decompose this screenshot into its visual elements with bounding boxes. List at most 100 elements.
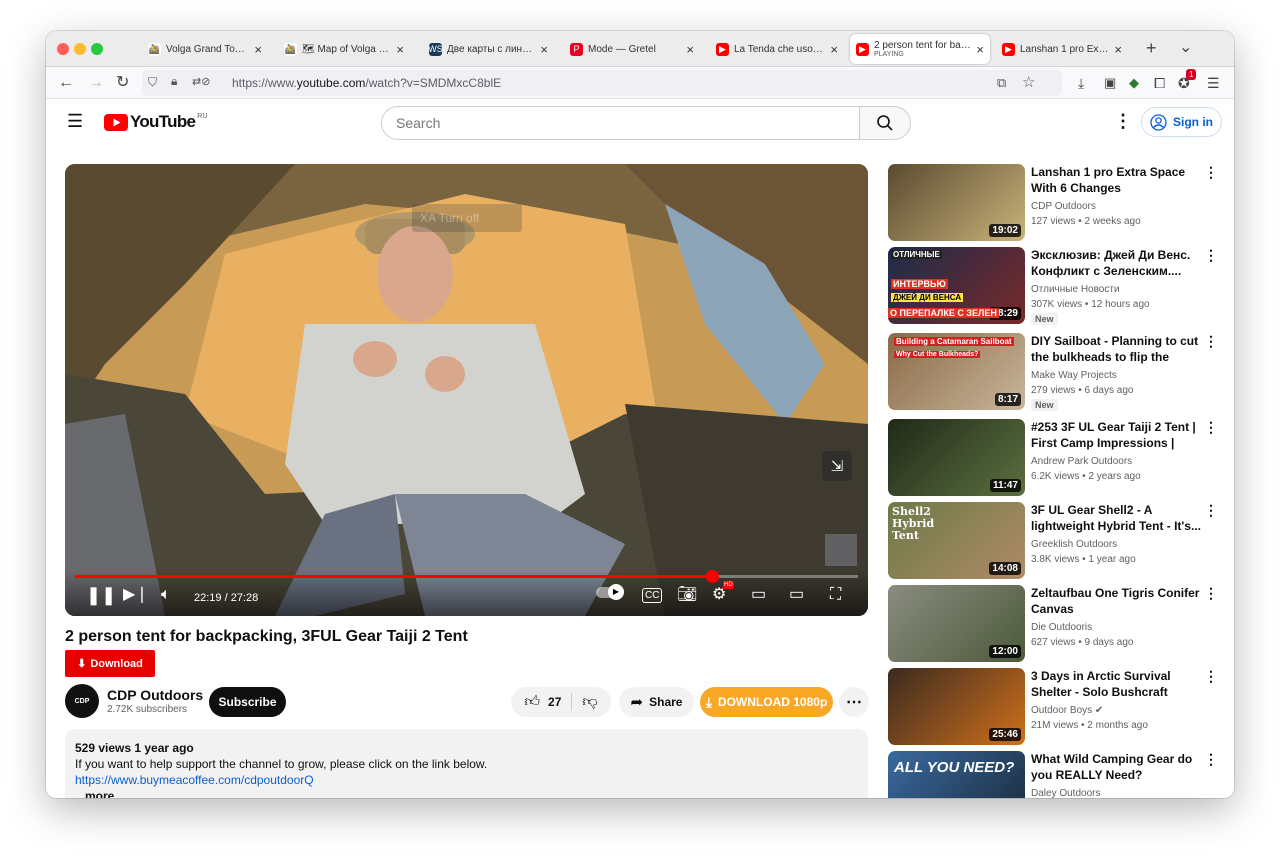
recommended-title[interactable]: #253 3F UL Gear Taiji 2 Tent | First Cam… [1031, 419, 1201, 451]
browser-tab[interactable]: ▶ 2 person tent for backp PLAYING × [850, 34, 990, 64]
browser-tab[interactable]: WS Две карты с линиями × [423, 35, 554, 63]
reader-icon[interactable]: ▣ [1104, 74, 1116, 92]
video-thumbnail[interactable]: 8:17 Building a Catamaran Sailboat Why Cut… [888, 333, 1025, 410]
miniplayer-icon[interactable]: ▭ [751, 585, 766, 605]
next-icon[interactable]: ▶❘ [123, 585, 149, 605]
bookmark-star-icon[interactable]: ☆ [1022, 73, 1035, 91]
more-options-icon[interactable]: ⋮ [1204, 585, 1218, 602]
recommended-channel[interactable]: Отличные Новости [1031, 284, 1120, 295]
reload-icon[interactable]: ↻ [116, 74, 129, 92]
tab-close-icon[interactable]: × [830, 42, 838, 57]
browser-tab[interactable]: 🚵 🗺 Map of Volga Grand × [278, 35, 410, 63]
more-options-icon[interactable]: ⋮ [1204, 247, 1218, 264]
recommended-title[interactable]: Zeltaufbau One Tigris Conifer Canvas [1031, 585, 1201, 617]
more-options-icon[interactable]: ⋮ [1204, 502, 1218, 519]
video-thumbnail[interactable]: 14:08 Shell2 Hybrid Tent [888, 502, 1025, 579]
channel-name[interactable]: CDP Outdoors [107, 687, 203, 703]
hamburger-menu-icon[interactable]: ☰ [67, 111, 83, 132]
downloads-icon[interactable]: ⤓ [1078, 74, 1084, 92]
zoom-window-button[interactable] [91, 43, 103, 55]
tab-close-icon[interactable]: × [686, 42, 694, 57]
recommended-video[interactable]: 25:46 3 Days in Arctic Survival Shelter -… [888, 668, 1218, 746]
theater-mode-icon[interactable]: ▭ [789, 585, 804, 605]
settings-dots-icon[interactable]: ⋮ [1114, 111, 1132, 132]
pause-icon[interactable]: ❚❚ [86, 585, 116, 605]
recommended-title[interactable]: What Wild Camping Gear do you REALLY Nee… [1031, 751, 1201, 783]
autoplay-toggle[interactable]: ▶ [596, 584, 624, 605]
recommended-channel[interactable]: Daley Outdoors [1031, 788, 1100, 798]
recommended-channel[interactable]: Die Outdooris [1031, 622, 1092, 633]
tab-close-icon[interactable]: × [1114, 42, 1122, 57]
recommended-title[interactable]: 3 Days in Arctic Survival Shelter - Solo… [1031, 668, 1201, 700]
browser-tab[interactable]: 🚵 Volga Grand Tour | ∰ vo × [142, 35, 268, 63]
dislike-button[interactable]: 👎︎ [578, 693, 597, 711]
video-thumbnail[interactable]: 12:00 [888, 585, 1025, 662]
download-button[interactable]: ⬇ Download [65, 650, 155, 677]
recommended-channel[interactable]: Outdoor Boys ✔ [1031, 705, 1103, 716]
settings-gear-icon[interactable]: ⚙ HD [712, 581, 734, 605]
address-bar[interactable]: ⛉ 🔒︎ ⇄⊘ https://www.youtube.com/watch?v=… [142, 70, 1062, 96]
tab-close-icon[interactable]: × [540, 42, 548, 57]
tab-close-icon[interactable]: × [254, 42, 262, 57]
recommended-video[interactable]: 14:08 Shell2 Hybrid Tent 3F UL Gear Shell2… [888, 502, 1218, 580]
recommended-title[interactable]: 3F UL Gear Shell2 - A lightweight Hybrid… [1031, 502, 1201, 534]
recommended-channel[interactable]: Make Way Projects [1031, 370, 1117, 381]
url-text[interactable]: https://www.youtube.com/watch?v=SMDMxcC8… [232, 76, 501, 90]
close-window-button[interactable] [57, 43, 69, 55]
channel-avatar[interactable]: CDP [65, 684, 99, 718]
description-box[interactable]: 529 views 1 year ago If you want to help… [65, 729, 868, 798]
search-input[interactable]: Search [381, 106, 861, 140]
tab-list-button[interactable]: ⌄ [1179, 37, 1192, 57]
video-thumbnail[interactable]: 11:47 [888, 419, 1025, 496]
video-thumbnail[interactable]: 19:02 [888, 164, 1025, 241]
recommended-channel[interactable]: Andrew Park Outdoors [1031, 456, 1132, 467]
search-button[interactable] [859, 106, 911, 140]
minimize-window-button[interactable] [74, 43, 86, 55]
fullscreen-icon[interactable]: ⛶ [830, 585, 841, 605]
recommended-title[interactable]: Эксклюзив: Джей Ди Венс. Конфликт с Зеле… [1031, 247, 1201, 279]
recommended-video[interactable]: 19:02 Lanshan 1 pro Extra Space With 6 Ch… [888, 164, 1218, 242]
video-thumbnail[interactable]: 18:29 ОТЛИЧНЫЕ ИНТЕРВЬЮ ДЖЕЙ ДИ ВЕНСА О ПЕРЕ… [888, 247, 1025, 324]
extension-icon[interactable]: ◆ [1129, 74, 1139, 92]
share-button[interactable]: ➦ Share [619, 687, 694, 717]
recommended-title[interactable]: Lanshan 1 pro Extra Space With 6 Changes [1031, 164, 1201, 196]
sign-in-button[interactable]: Sign in [1141, 107, 1222, 137]
forward-icon[interactable]: → [88, 74, 104, 92]
browser-tab[interactable]: ▶ La Tenda che uso per il × [710, 35, 844, 63]
expand-icon[interactable]: ⇲ [822, 451, 852, 481]
extensions-puzzle-icon[interactable]: ⧠ [1154, 74, 1165, 92]
picture-in-picture-icon[interactable]: ⧉ [997, 75, 1006, 91]
menu-icon[interactable]: ☰ [1207, 74, 1220, 92]
volume-icon[interactable]: 🔈︎ [161, 585, 171, 605]
browser-tab[interactable]: ▶ Lanshan 1 pro Extra Sp × [996, 35, 1128, 63]
progress-scrubber[interactable] [705, 570, 719, 583]
more-options-icon[interactable]: ⋮ [1204, 164, 1218, 181]
progress-bar[interactable] [75, 570, 858, 583]
video-thumbnail[interactable]: 25:46 [888, 668, 1025, 745]
screenshot-camera-icon[interactable]: 📷︎ [677, 585, 697, 605]
recommended-video[interactable]: 8:17 Building a Catamaran Sailboat Why Cut… [888, 333, 1218, 411]
more-actions-button[interactable]: ⋯ [839, 687, 869, 717]
back-icon[interactable]: ← [58, 74, 74, 92]
recommended-video[interactable]: 11:47 #253 3F UL Gear Taiji 2 Tent | Firs… [888, 419, 1218, 497]
subscribe-button[interactable]: Subscribe [209, 687, 286, 717]
more-options-icon[interactable]: ⋮ [1204, 419, 1218, 436]
addon-icon[interactable]: ✪ 1 [1178, 69, 1197, 92]
more-options-icon[interactable]: ⋮ [1204, 333, 1218, 350]
caption-overlay[interactable]: XA Turn off [412, 204, 522, 232]
tab-close-icon[interactable]: × [396, 42, 404, 57]
more-options-icon[interactable]: ⋮ [1204, 668, 1218, 685]
recommended-title[interactable]: DIY Sailboat - Planning to cut the bulkh… [1031, 333, 1201, 365]
new-tab-button[interactable]: + [1146, 38, 1157, 59]
video-thumbnail[interactable]: ALL YOU NEED? [888, 751, 1025, 798]
like-button[interactable]: 👍︎ 27 [524, 693, 573, 711]
youtube-logo[interactable]: YouTube RU [104, 112, 207, 132]
recommended-channel[interactable]: CDP Outdoors [1031, 201, 1096, 212]
recommended-video[interactable]: 12:00 Zeltaufbau One Tigris Conifer Canva… [888, 585, 1218, 663]
shield-icon[interactable]: ⛉ [148, 75, 157, 90]
browser-tab[interactable]: P Mode — Gretel × [564, 35, 700, 63]
recommended-video[interactable]: ALL YOU NEED? What Wild Camping Gear do y… [888, 751, 1218, 798]
lock-icon[interactable]: 🔒︎ [171, 74, 177, 89]
tab-close-icon[interactable]: × [976, 42, 984, 57]
video-player[interactable]: XA Turn off ⇲ ❚❚ ▶❘ 🔈︎ 22:19 / 27:28 ▶ C… [65, 164, 868, 616]
